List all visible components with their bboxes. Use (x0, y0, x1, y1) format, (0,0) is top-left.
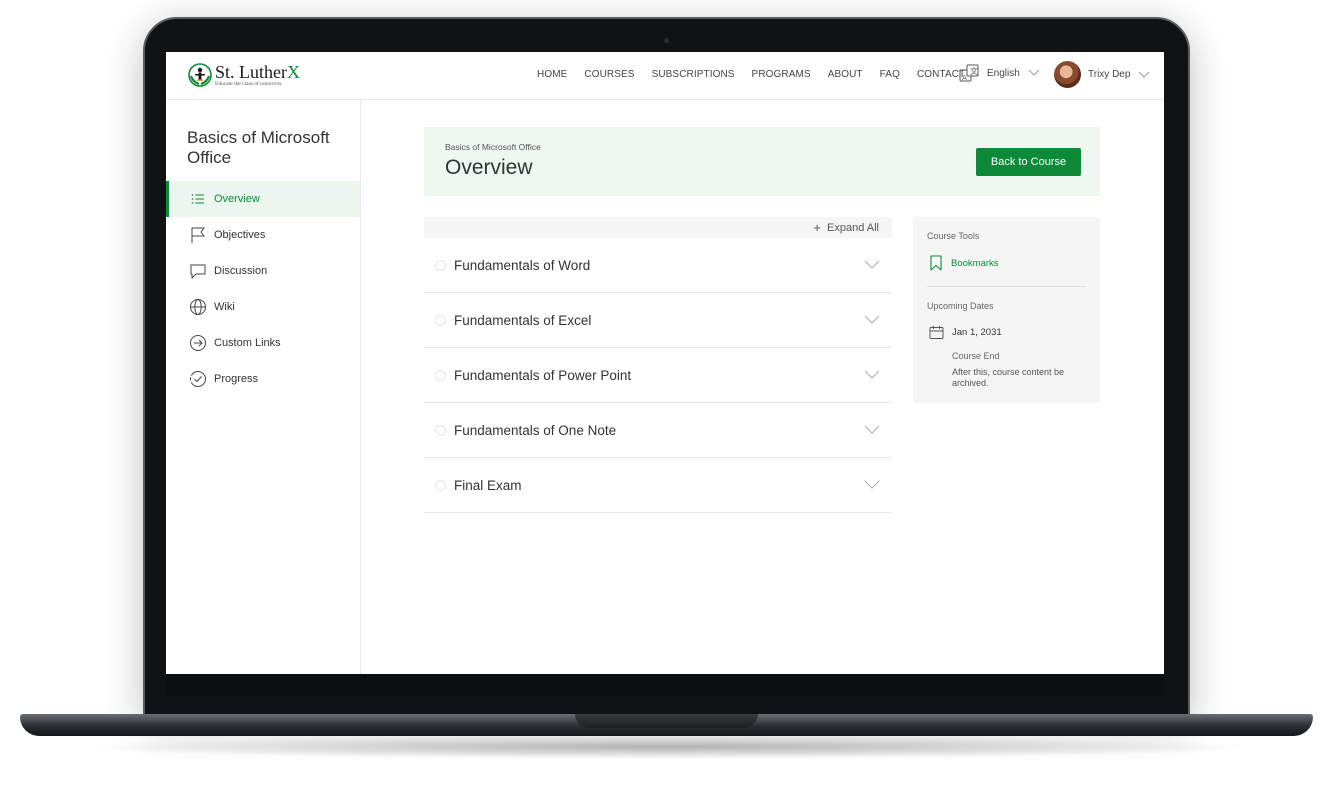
user-menu[interactable]: Trixy Dep (1054, 61, 1150, 88)
translate-icon: 文 A (959, 64, 979, 82)
outline-section[interactable]: Final Exam (424, 458, 892, 513)
sidebar-item-wiki[interactable]: Wiki (166, 289, 360, 325)
status-circle-icon (435, 259, 446, 271)
crest-logo-icon (188, 63, 212, 87)
sidebar-item-label: Discussion (214, 265, 268, 277)
course-tools-heading: Course Tools (927, 231, 980, 241)
breadcrumb: Basics of Microsoft Office (445, 142, 541, 152)
laptop-shadow (70, 735, 1263, 759)
svg-text:文: 文 (970, 66, 978, 76)
svg-text:A: A (962, 74, 967, 82)
status-circle-icon (435, 479, 446, 491)
app-screen: St. LutherX Educate the class of tomorro… (166, 52, 1164, 674)
divider (927, 286, 1086, 287)
status-circle-icon (435, 424, 446, 436)
sidebar-item-label: Progress (214, 373, 259, 385)
sidebar-item-label: Objectives (214, 229, 266, 241)
sidebar-item-objectives[interactable]: Objectives (166, 217, 360, 253)
sidebar-item-label: Overview (214, 193, 260, 205)
avatar (1054, 61, 1081, 88)
nav-programs[interactable]: PROGRAMS (752, 69, 811, 80)
sidebar-item-label: Custom Links (214, 337, 281, 349)
user-name: Trixy Dep (1088, 69, 1131, 80)
page-header-banner: Basics of Microsoft Office Overview Back… (424, 127, 1100, 196)
language-label: English (987, 67, 1020, 79)
outline-section[interactable]: Fundamentals of Power Point (424, 348, 892, 403)
upcoming-date: Jan 1, 2031 (929, 325, 1002, 340)
calendar-icon (929, 326, 944, 339)
expand-all-label: Expand All (827, 221, 879, 234)
chevron-down-icon (864, 425, 880, 434)
arrow-circle-icon (190, 335, 206, 351)
laptop-bezel-bottom (166, 674, 1164, 696)
date-label: Course End (952, 351, 1000, 361)
check-circle-icon (190, 371, 206, 387)
chevron-down-icon (1028, 69, 1040, 76)
language-selector[interactable]: 文 A English (958, 62, 1040, 84)
nav-about[interactable]: ABOUT (828, 69, 863, 80)
outline-section[interactable]: Fundamentals of Word (424, 238, 892, 293)
laptop-notch (575, 714, 758, 728)
sidebar-item-label: Wiki (214, 301, 235, 313)
course-title: Basics of Microsoft Office (187, 128, 330, 167)
flag-icon (191, 227, 205, 243)
date-description: After this, course content be archived. (952, 367, 1065, 388)
top-navigation-bar: St. LutherX Educate the class of tomorro… (166, 52, 1164, 100)
nav-home[interactable]: HOME (537, 69, 567, 80)
chevron-down-icon (864, 315, 880, 324)
sidebar-item-discussion[interactable]: Discussion (166, 253, 360, 289)
course-menu: Overview Objectives Discussion Wiki Cust… (166, 181, 360, 397)
bookmarks-link[interactable]: Bookmarks (929, 255, 999, 271)
globe-icon (190, 299, 206, 315)
back-to-course-button[interactable]: Back to Course (976, 148, 1081, 176)
list-icon (191, 194, 204, 204)
sidebar-item-overview[interactable]: Overview (166, 181, 360, 217)
expand-all-button[interactable]: + Expand All (813, 221, 879, 234)
outline-section[interactable]: Fundamentals of Excel (424, 293, 892, 348)
chevron-down-icon (864, 370, 880, 379)
course-sidebar: Basics of Microsoft Office Overview Obje… (166, 100, 361, 674)
logo-wordmark: St. LutherX (215, 61, 300, 82)
section-title: Fundamentals of One Note (454, 422, 617, 438)
upcoming-dates-heading: Upcoming Dates (927, 301, 994, 311)
chevron-down-icon (864, 480, 880, 489)
bookmark-icon (930, 255, 942, 271)
chat-bubble-icon (190, 264, 206, 279)
outline-section[interactable]: Fundamentals of One Note (424, 403, 892, 458)
section-title: Fundamentals of Excel (454, 312, 592, 328)
nav-faq[interactable]: FAQ (880, 69, 900, 80)
logo-tagline: Educate the class of tomorrow (215, 80, 282, 87)
status-circle-icon (435, 314, 446, 326)
date-value: Jan 1, 2031 (952, 327, 1002, 338)
course-outline: + Expand All Fundamentals of Word Fundam… (424, 217, 892, 513)
nav-courses[interactable]: COURSES (584, 69, 634, 80)
section-title: Final Exam (454, 477, 522, 493)
sidebar-item-custom-links[interactable]: Custom Links (166, 325, 360, 361)
status-circle-icon (435, 369, 446, 381)
main-nav: HOME COURSES SUBSCRIPTIONS PROGRAMS ABOU… (537, 69, 982, 80)
course-tools-panel: Course Tools Bookmarks Upcoming Dates Ja… (913, 217, 1100, 403)
bookmarks-label: Bookmarks (951, 257, 999, 269)
page-title: Overview (445, 156, 533, 179)
camera-dot (664, 38, 669, 43)
outline-toolbar: + Expand All (424, 217, 892, 238)
nav-subscriptions[interactable]: SUBSCRIPTIONS (652, 69, 735, 80)
plus-icon: + (813, 220, 822, 235)
section-title: Fundamentals of Word (454, 257, 591, 273)
chevron-down-icon (864, 260, 880, 269)
section-title: Fundamentals of Power Point (454, 367, 632, 383)
site-logo[interactable]: St. LutherX Educate the class of tomorro… (187, 62, 300, 88)
chevron-down-icon (1139, 71, 1150, 78)
sidebar-item-progress[interactable]: Progress (166, 361, 360, 397)
